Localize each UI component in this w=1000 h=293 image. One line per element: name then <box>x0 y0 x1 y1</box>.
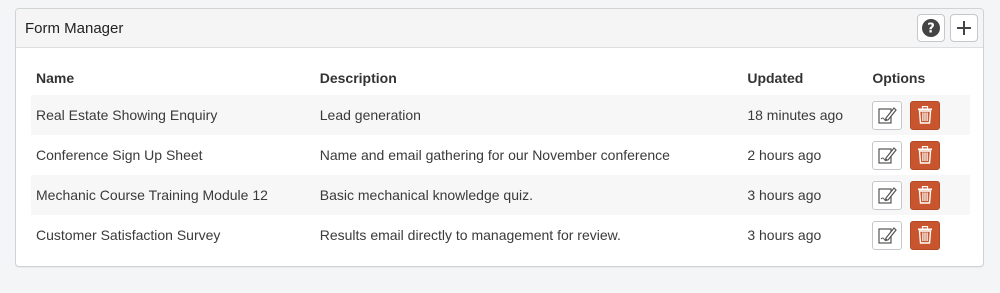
cell-updated: 18 minutes ago <box>742 95 868 135</box>
table-row[interactable]: Customer Satisfaction Survey Results emai… <box>31 215 970 255</box>
cell-options <box>867 215 970 255</box>
header-description[interactable]: Description <box>315 61 743 95</box>
cell-name[interactable]: Real Estate Showing Enquiry <box>31 95 315 135</box>
cell-name[interactable]: Conference Sign Up Sheet <box>31 135 315 175</box>
trash-icon <box>918 186 933 204</box>
edit-icon <box>878 187 898 204</box>
cell-options <box>867 135 970 175</box>
table-row[interactable]: Conference Sign Up Sheet Name and email g… <box>31 135 970 175</box>
header-name[interactable]: Name <box>31 61 315 95</box>
header-options: Options <box>872 70 926 86</box>
panel-header: Form Manager ? <box>16 9 983 48</box>
edit-button[interactable] <box>872 220 903 250</box>
delete-button[interactable] <box>910 220 941 250</box>
edit-button[interactable] <box>872 180 903 210</box>
table-row[interactable]: Mechanic Course Training Module 12 Basic … <box>31 175 970 215</box>
cell-updated: 3 hours ago <box>742 175 868 215</box>
trash-icon <box>918 106 933 124</box>
trash-icon <box>918 226 933 244</box>
add-form-button[interactable] <box>950 14 978 42</box>
header-updated[interactable]: Updated <box>742 61 867 95</box>
edit-button[interactable] <box>872 140 903 170</box>
table-header-row: Name Description Updated Options <box>31 61 970 95</box>
cell-description: Lead generation <box>314 95 743 135</box>
table-row[interactable]: Real Estate Showing Enquiry Lead generati… <box>31 95 970 135</box>
edit-button[interactable] <box>872 100 903 130</box>
cell-description: Name and email gathering for our Novembe… <box>314 135 743 175</box>
cell-updated: 3 hours ago <box>742 215 868 255</box>
plus-icon <box>957 21 971 35</box>
cell-options <box>867 95 970 135</box>
cell-options <box>867 175 970 215</box>
forms-table: Name Description Updated Options Real Es… <box>31 61 970 255</box>
cell-description: Basic mechanical knowledge quiz. <box>314 175 743 215</box>
delete-button[interactable] <box>910 100 941 130</box>
edit-icon <box>878 147 898 164</box>
cell-description: Results email directly to management for… <box>314 215 743 255</box>
delete-button[interactable] <box>910 140 941 170</box>
form-manager-panel: Form Manager ? Name Description Updated … <box>15 8 984 267</box>
cell-name[interactable]: Customer Satisfaction Survey <box>31 215 315 255</box>
trash-icon <box>918 146 933 164</box>
edit-icon <box>878 227 898 244</box>
cell-name[interactable]: Mechanic Course Training Module 12 <box>31 175 315 215</box>
delete-button[interactable] <box>910 180 941 210</box>
help-button[interactable]: ? <box>917 14 945 42</box>
cell-updated: 2 hours ago <box>742 135 868 175</box>
edit-icon <box>878 107 898 124</box>
question-circle-icon: ? <box>922 19 940 37</box>
svg-text:?: ? <box>927 22 935 37</box>
panel-title: Form Manager <box>25 20 124 37</box>
